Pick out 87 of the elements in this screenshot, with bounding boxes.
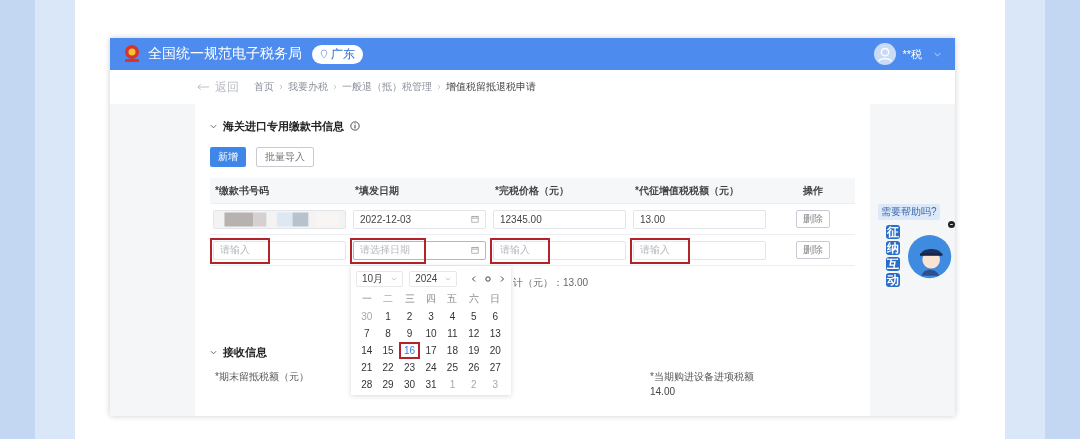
calendar-day[interactable]: 7 (356, 324, 378, 342)
mascot-character: 动 (886, 273, 900, 287)
breadcrumb-link[interactable]: 一般退（抵）税管理 (342, 80, 432, 94)
chevron-down-icon[interactable] (934, 51, 941, 57)
info-icon[interactable] (350, 121, 360, 131)
weekday-label: 六 (467, 292, 480, 306)
avatar-icon[interactable] (874, 43, 897, 65)
chevron-icon[interactable] (210, 122, 217, 130)
weekday-label: 日 (489, 292, 502, 306)
calendar-day[interactable]: 26 (463, 358, 485, 376)
column-header: *代征增值税税额（元） (634, 183, 740, 198)
calendar-day[interactable]: 24 (420, 358, 442, 376)
section-title: 海关进口专用缴款书信息 (223, 118, 344, 134)
location-pin-icon (320, 49, 328, 59)
calendar-day[interactable]: 4 (441, 307, 464, 325)
delete-button[interactable]: 删除 (795, 241, 830, 259)
weekday-label: 五 (446, 292, 459, 306)
add-button[interactable]: 新增 (210, 147, 246, 167)
field-label: *当期购进设备进项税额 (650, 370, 754, 384)
breadcrumb-link[interactable]: 首页 (254, 80, 274, 94)
separator-icon (437, 84, 441, 90)
calendar-day[interactable]: 18 (441, 341, 464, 359)
calendar-day[interactable]: 2 (398, 307, 421, 325)
close-icon[interactable] (948, 221, 955, 228)
date-field[interactable]: 2022-12-03 (353, 209, 486, 229)
calendar-day[interactable]: 12 (463, 324, 485, 342)
calendar-day[interactable]: 5 (463, 307, 485, 325)
site-title: 全国统一规范电子税务局 (148, 45, 302, 63)
calendar-icon[interactable] (471, 246, 479, 254)
calendar-day[interactable]: 16 (398, 341, 421, 359)
calendar-day[interactable]: 8 (377, 324, 399, 342)
breadcrumb-link[interactable]: 增值税留抵退税申请 (446, 80, 536, 94)
delete-button[interactable]: 删除 (795, 210, 830, 228)
mascot-character: 互 (886, 257, 900, 271)
help-bubble[interactable]: 需要帮助吗? (878, 204, 940, 220)
calendar-day[interactable]: 23 (398, 358, 421, 376)
calendar-day[interactable]: 28 (356, 375, 378, 393)
column-header: *完税价格（元） (494, 183, 570, 198)
total-text: 计（元）：13.00 (513, 276, 589, 290)
calendar-day[interactable]: 6 (484, 307, 506, 325)
calendar-day[interactable]: 31 (420, 375, 442, 393)
next-icon[interactable] (498, 274, 506, 283)
mascot-character: 征 (886, 225, 900, 239)
column-header: *填发日期 (354, 183, 400, 198)
column-header: *缴款书号码 (214, 183, 270, 198)
separator-icon (333, 84, 337, 90)
calendar-day[interactable]: 17 (420, 341, 442, 359)
weekday-label: 二 (382, 292, 395, 306)
calendar-day[interactable]: 14 (356, 341, 378, 359)
weekday-label: 四 (425, 292, 437, 306)
region-button[interactable]: 广东 (312, 44, 363, 64)
previous-icon[interactable] (470, 274, 478, 283)
separator-icon (279, 84, 283, 90)
calendar-day[interactable]: 22 (377, 358, 399, 376)
caret-icon (391, 276, 398, 281)
field-value: 14.00 (650, 386, 676, 397)
calendar-day[interactable]: 15 (377, 341, 399, 359)
caret-icon (445, 276, 452, 281)
month-select[interactable]: 10月 (356, 270, 404, 287)
calendar-day[interactable]: 21 (356, 358, 378, 376)
weekday-label: 三 (403, 292, 416, 306)
calendar-day[interactable]: 9 (398, 324, 421, 342)
chevron-icon[interactable] (210, 348, 217, 356)
calendar-day[interactable]: 1 (377, 307, 399, 325)
mascot-character: 纳 (886, 241, 900, 255)
today-icon[interactable] (484, 274, 492, 283)
calendar-day[interactable]: 29 (377, 375, 399, 393)
calendar-day[interactable]: 25 (441, 358, 464, 376)
calendar-day[interactable]: 11 (441, 324, 464, 342)
calendar-day[interactable]: 30 (398, 375, 421, 393)
import-button[interactable]: 批量导入 (256, 147, 314, 167)
calendar-day[interactable]: 27 (484, 358, 506, 376)
calendar-day[interactable]: 20 (484, 341, 506, 359)
emblem-icon (122, 44, 142, 64)
field-label: *期末留抵税额（元） (215, 370, 309, 384)
calendar-day[interactable]: 13 (484, 324, 506, 342)
calendar-day[interactable]: 3 (420, 307, 442, 325)
section-title: 接收信息 (223, 344, 267, 360)
column-header: 操作 (801, 183, 824, 198)
year-select[interactable]: 2024 (409, 270, 458, 287)
input-field[interactable]: 12345.00 (493, 209, 626, 229)
input-field[interactable]: 13.00 (633, 209, 766, 229)
calendar-day[interactable]: 19 (463, 341, 485, 359)
calendar-icon[interactable] (471, 215, 479, 223)
weekday-label: 一 (360, 292, 373, 306)
back-arrow-icon[interactable] (197, 83, 210, 91)
calendar-day[interactable]: 10 (420, 324, 442, 342)
